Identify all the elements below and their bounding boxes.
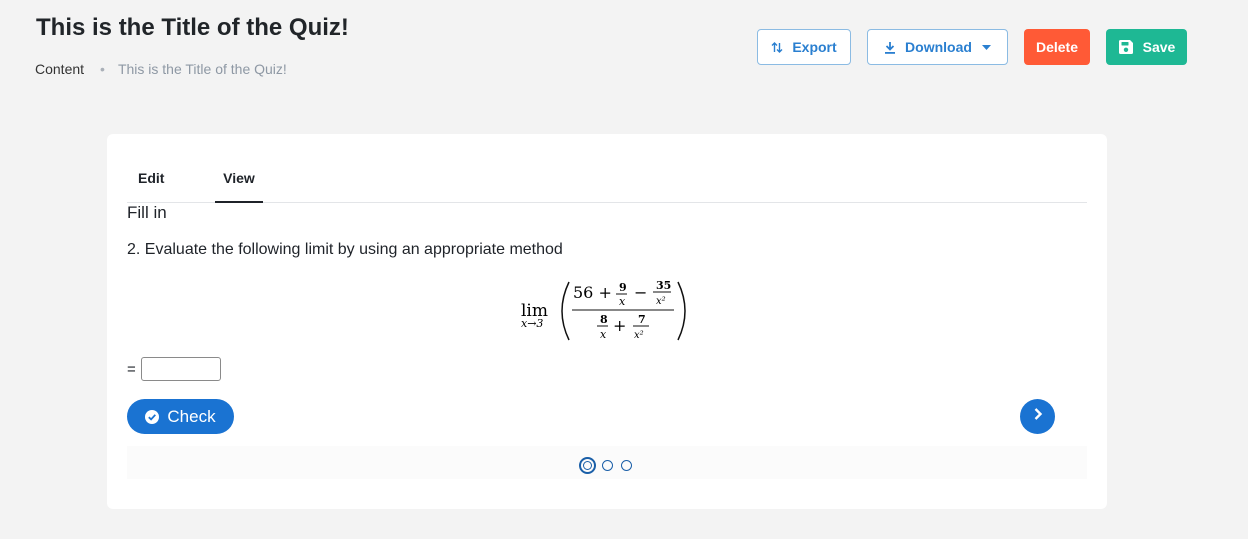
tab-view[interactable]: View <box>215 170 263 203</box>
caret-down-icon <box>981 44 991 50</box>
download-icon <box>884 41 896 54</box>
num-frac1-numerator: 9 <box>619 281 627 294</box>
next-question-button[interactable] <box>1020 399 1055 434</box>
minus-sign: − <box>634 283 647 302</box>
check-circle-icon <box>145 409 160 424</box>
floppy-disk-icon <box>1118 39 1134 55</box>
check-button[interactable]: Check <box>127 399 234 434</box>
den-frac1-numerator: 8 <box>600 313 608 326</box>
breadcrumb-content-link[interactable]: Content <box>35 61 84 77</box>
quiz-card: Edit View Fill in 2. Evaluate the follow… <box>107 134 1107 509</box>
tab-edit[interactable]: Edit <box>138 170 164 201</box>
question-text: 2. Evaluate the following limit by using… <box>127 241 563 258</box>
answer-input[interactable] <box>140 357 221 381</box>
num-frac2-denominator: x² <box>656 296 666 307</box>
question-pagination <box>127 446 1087 479</box>
page-title: This is the Title of the Quiz! <box>36 14 349 41</box>
pagination-dot[interactable] <box>621 460 632 471</box>
export-label: Export <box>792 39 837 55</box>
breadcrumb: Content • This is the Title of the Quiz! <box>35 61 287 77</box>
pagination-dot-current[interactable] <box>579 457 596 474</box>
den-frac2-numerator: 7 <box>638 313 646 326</box>
numerator-constant: 56 + <box>573 283 612 302</box>
save-label: Save <box>1142 39 1176 55</box>
den-frac1-denominator: x <box>600 328 607 341</box>
limit-formula: lim x→3 56 + 9 x − 35 x² 8 x + 7 x² <box>521 279 686 341</box>
right-paren <box>677 281 686 341</box>
save-button[interactable]: Save <box>1106 29 1187 65</box>
delete-button[interactable]: Delete <box>1024 29 1090 65</box>
breadcrumb-current: This is the Title of the Quiz! <box>117 61 287 77</box>
pagination-dot[interactable] <box>602 460 613 471</box>
breadcrumb-separator: • <box>100 61 105 77</box>
num-frac1-denominator: x <box>619 295 626 308</box>
num-frac2-numerator: 35 <box>656 279 671 292</box>
sort-arrows-icon <box>771 41 783 54</box>
chevron-right-icon <box>1032 407 1044 426</box>
check-label: Check <box>167 406 216 426</box>
question-type-heading: Fill in <box>127 203 167 222</box>
den-frac2-denominator: x² <box>634 330 644 341</box>
download-button[interactable]: Download <box>867 29 1008 65</box>
answer-row: = <box>127 357 221 381</box>
tab-bar: Edit View <box>127 164 1087 203</box>
plus-sign: + <box>613 316 626 335</box>
export-button[interactable]: Export <box>757 29 851 65</box>
download-label: Download <box>905 39 972 55</box>
left-paren <box>561 281 570 341</box>
limit-subscript: x→3 <box>521 317 543 330</box>
delete-label: Delete <box>1035 39 1079 55</box>
answer-prefix: = <box>127 360 136 378</box>
